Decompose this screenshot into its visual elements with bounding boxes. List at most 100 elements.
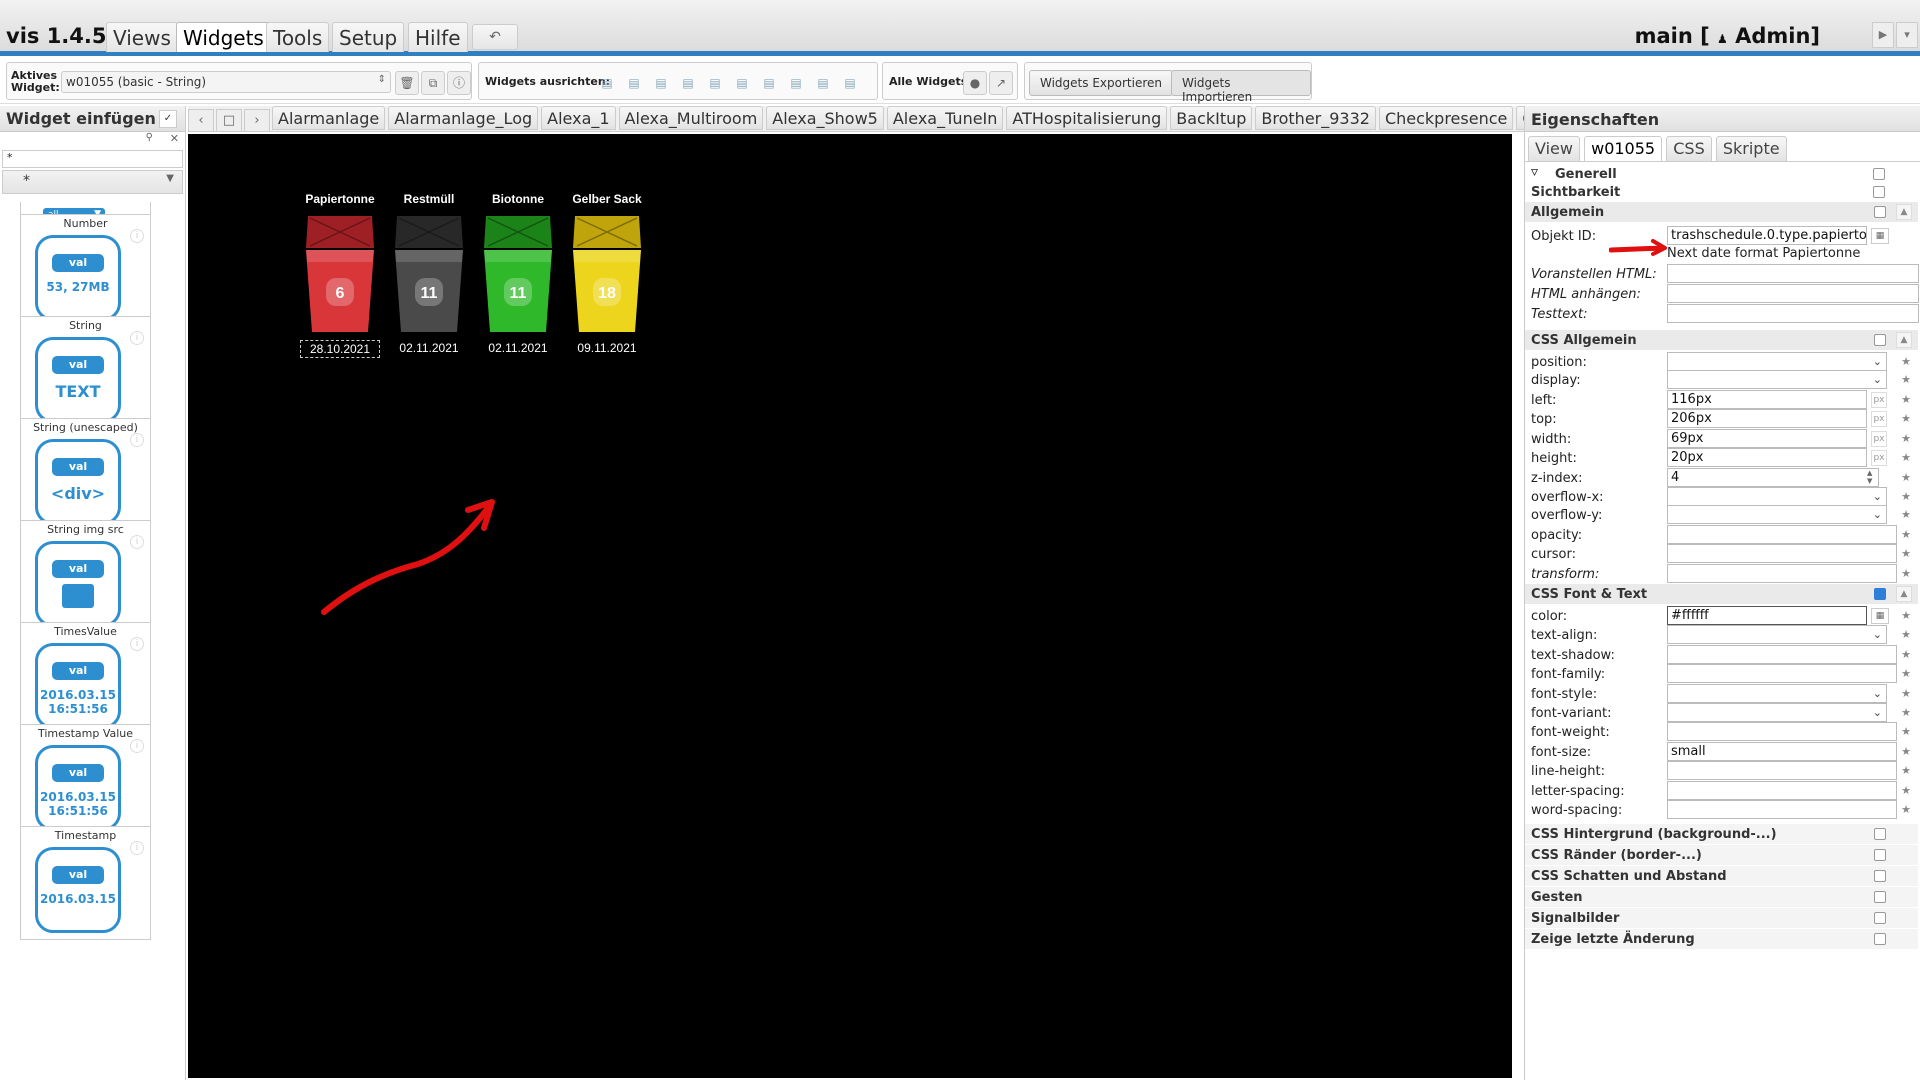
view-tab[interactable]: Alarmanlage_Log xyxy=(388,106,539,130)
bin-date[interactable]: 09.11.2021 xyxy=(567,340,647,356)
font-input[interactable] xyxy=(1667,644,1897,664)
objekt-id-input[interactable]: trashschedule.0.type.papierto xyxy=(1667,226,1867,245)
play-icon[interactable]: ▶ xyxy=(1872,22,1894,48)
tab-view[interactable]: View xyxy=(1528,136,1580,161)
search-icon[interactable]: ⚲ xyxy=(146,132,153,143)
generell-checkbox[interactable] xyxy=(1873,168,1885,180)
menu-tab-tools[interactable]: Tools xyxy=(266,22,330,52)
export-widgets-button[interactable]: Widgets Exportieren xyxy=(1029,70,1173,96)
star-icon[interactable]: ★ xyxy=(1901,432,1911,445)
color-input[interactable]: #ffffff xyxy=(1667,606,1867,625)
css-input[interactable]: 206px xyxy=(1667,409,1867,428)
font-input[interactable] xyxy=(1667,722,1897,742)
anhaengen-input[interactable] xyxy=(1667,284,1919,303)
font-input[interactable] xyxy=(1667,800,1897,819)
import-widgets-button[interactable]: Widgets Importieren xyxy=(1171,70,1311,104)
menu-tab-views[interactable]: Views xyxy=(106,22,178,52)
section-checkbox[interactable] xyxy=(1874,828,1886,840)
view-tab[interactable]: Alarmanlage xyxy=(272,106,386,130)
delete-icon[interactable]: 🗑 xyxy=(395,71,419,95)
bin-date[interactable]: 02.11.2021 xyxy=(478,340,558,356)
external-link-icon[interactable]: ↗ xyxy=(989,71,1013,95)
star-icon[interactable]: ★ xyxy=(1901,706,1911,719)
section-checkbox[interactable] xyxy=(1874,891,1886,903)
trash-bin-widget[interactable]: Papiertonne 6 28.10.2021 xyxy=(300,192,380,358)
menu-tab-widgets[interactable]: Widgets xyxy=(176,22,271,52)
info-icon[interactable]: i xyxy=(130,229,144,243)
section-css-font-text-checkbox[interactable] xyxy=(1874,588,1886,600)
testtext-input[interactable] xyxy=(1667,304,1919,323)
css-input[interactable] xyxy=(1667,544,1897,563)
align-left-icon[interactable]: ▤ xyxy=(599,75,615,91)
css-select[interactable]: ⌄ xyxy=(1667,487,1887,506)
star-icon[interactable]: ★ xyxy=(1901,784,1911,797)
section-checkbox[interactable] xyxy=(1874,849,1886,861)
font-input[interactable] xyxy=(1667,761,1897,781)
align-vcenter-icon[interactable]: ▤ xyxy=(707,75,723,91)
sichtbarkeit-row[interactable]: Sichtbarkeit xyxy=(1527,182,1917,202)
star-icon[interactable]: ★ xyxy=(1901,528,1911,541)
generell-row[interactable]: ▿ Generell xyxy=(1527,164,1917,184)
star-icon[interactable]: ★ xyxy=(1901,567,1911,580)
view-tab[interactable]: Alexa_Show5 xyxy=(766,106,884,130)
next-view-icon[interactable]: › xyxy=(244,109,270,131)
trash-icon[interactable]: □ xyxy=(216,109,242,131)
collapse-icon[interactable]: ▲ xyxy=(1896,586,1912,602)
widget-set-select[interactable]: * ▼ xyxy=(2,170,183,194)
star-icon[interactable]: ★ xyxy=(1901,609,1911,622)
collapse-icon[interactable]: ▲ xyxy=(1896,204,1912,220)
same-width-icon[interactable]: ▤ xyxy=(815,75,831,91)
widget-card[interactable]: Timestamp i val 2016.03.15 xyxy=(20,826,151,940)
dropdown-icon[interactable]: ▾ xyxy=(1896,22,1918,48)
menu-tab-setup[interactable]: Setup xyxy=(332,22,405,52)
info-icon[interactable]: i xyxy=(130,535,144,549)
unit-px[interactable]: px xyxy=(1871,450,1887,466)
font-select[interactable]: ⌄ xyxy=(1667,625,1887,645)
star-icon[interactable]: ★ xyxy=(1901,508,1911,521)
widget-card[interactable]: TimesValue i val 2016.03.15 16:51:56 xyxy=(20,622,151,736)
distribute-h-icon[interactable]: ▤ xyxy=(761,75,777,91)
trash-bin-widget[interactable]: Restmüll 11 02.11.2021 xyxy=(389,192,469,356)
align-bottom-icon[interactable]: ▤ xyxy=(680,75,696,91)
spinner-icon[interactable]: ▲ ▼ xyxy=(1867,469,1872,485)
font-select[interactable]: ⌄ xyxy=(1667,703,1887,722)
star-icon[interactable]: ★ xyxy=(1901,471,1911,484)
collapse-icon[interactable]: ▲ xyxy=(1896,332,1912,348)
align-hcenter-icon[interactable]: ▤ xyxy=(734,75,750,91)
align-top-icon[interactable]: ▤ xyxy=(653,75,669,91)
star-icon[interactable]: ★ xyxy=(1901,628,1911,641)
section-checkbox[interactable] xyxy=(1874,870,1886,882)
css-select[interactable]: ⌄ xyxy=(1667,505,1887,524)
star-icon[interactable]: ★ xyxy=(1901,648,1911,661)
css-input[interactable] xyxy=(1667,563,1897,583)
section-css-allgemein[interactable]: CSS Allgemein ▲ xyxy=(1525,330,1918,350)
info-icon[interactable]: i xyxy=(130,739,144,753)
star-icon[interactable]: ★ xyxy=(1901,547,1911,560)
lock-icon[interactable]: ● xyxy=(963,71,987,95)
view-tab[interactable]: Brother_9332 xyxy=(1255,106,1376,130)
view-tab[interactable]: BackItup xyxy=(1170,106,1253,130)
color-picker-icon[interactable]: ▦ xyxy=(1871,608,1889,624)
font-input[interactable] xyxy=(1667,780,1897,800)
unit-px[interactable]: px xyxy=(1871,411,1887,427)
align-right-icon[interactable]: ▤ xyxy=(626,75,642,91)
css-input[interactable]: 69px xyxy=(1667,428,1867,448)
bin-date[interactable]: 28.10.2021 xyxy=(300,340,380,358)
css-select[interactable]: ⌄ xyxy=(1667,352,1887,371)
star-icon[interactable]: ★ xyxy=(1901,725,1911,738)
view-tab[interactable]: Alexa_TuneIn xyxy=(886,106,1004,130)
tab-skripte[interactable]: Skripte xyxy=(1715,136,1787,161)
active-widget-select[interactable]: w01055 (basic - String) ⇕ xyxy=(61,71,391,93)
font-input[interactable] xyxy=(1667,664,1897,684)
voranstellen-input[interactable] xyxy=(1667,264,1919,283)
widget-card[interactable]: Number i val 53, 27MB xyxy=(20,214,151,328)
star-icon[interactable]: ★ xyxy=(1901,745,1911,758)
view-tab[interactable]: Alexa_Multiroom xyxy=(618,106,764,130)
star-icon[interactable]: ★ xyxy=(1901,355,1911,368)
star-icon[interactable]: ★ xyxy=(1901,687,1911,700)
widget-card[interactable]: Timestamp Value i val 2016.03.15 16:51:56 xyxy=(20,724,151,838)
pin-icon[interactable]: ✓ xyxy=(159,110,177,128)
section-css-font-text[interactable]: CSS Font & Text ▲ xyxy=(1525,584,1918,604)
menu-tab-hilfe[interactable]: Hilfe xyxy=(408,22,468,52)
star-icon[interactable]: ★ xyxy=(1901,764,1911,777)
